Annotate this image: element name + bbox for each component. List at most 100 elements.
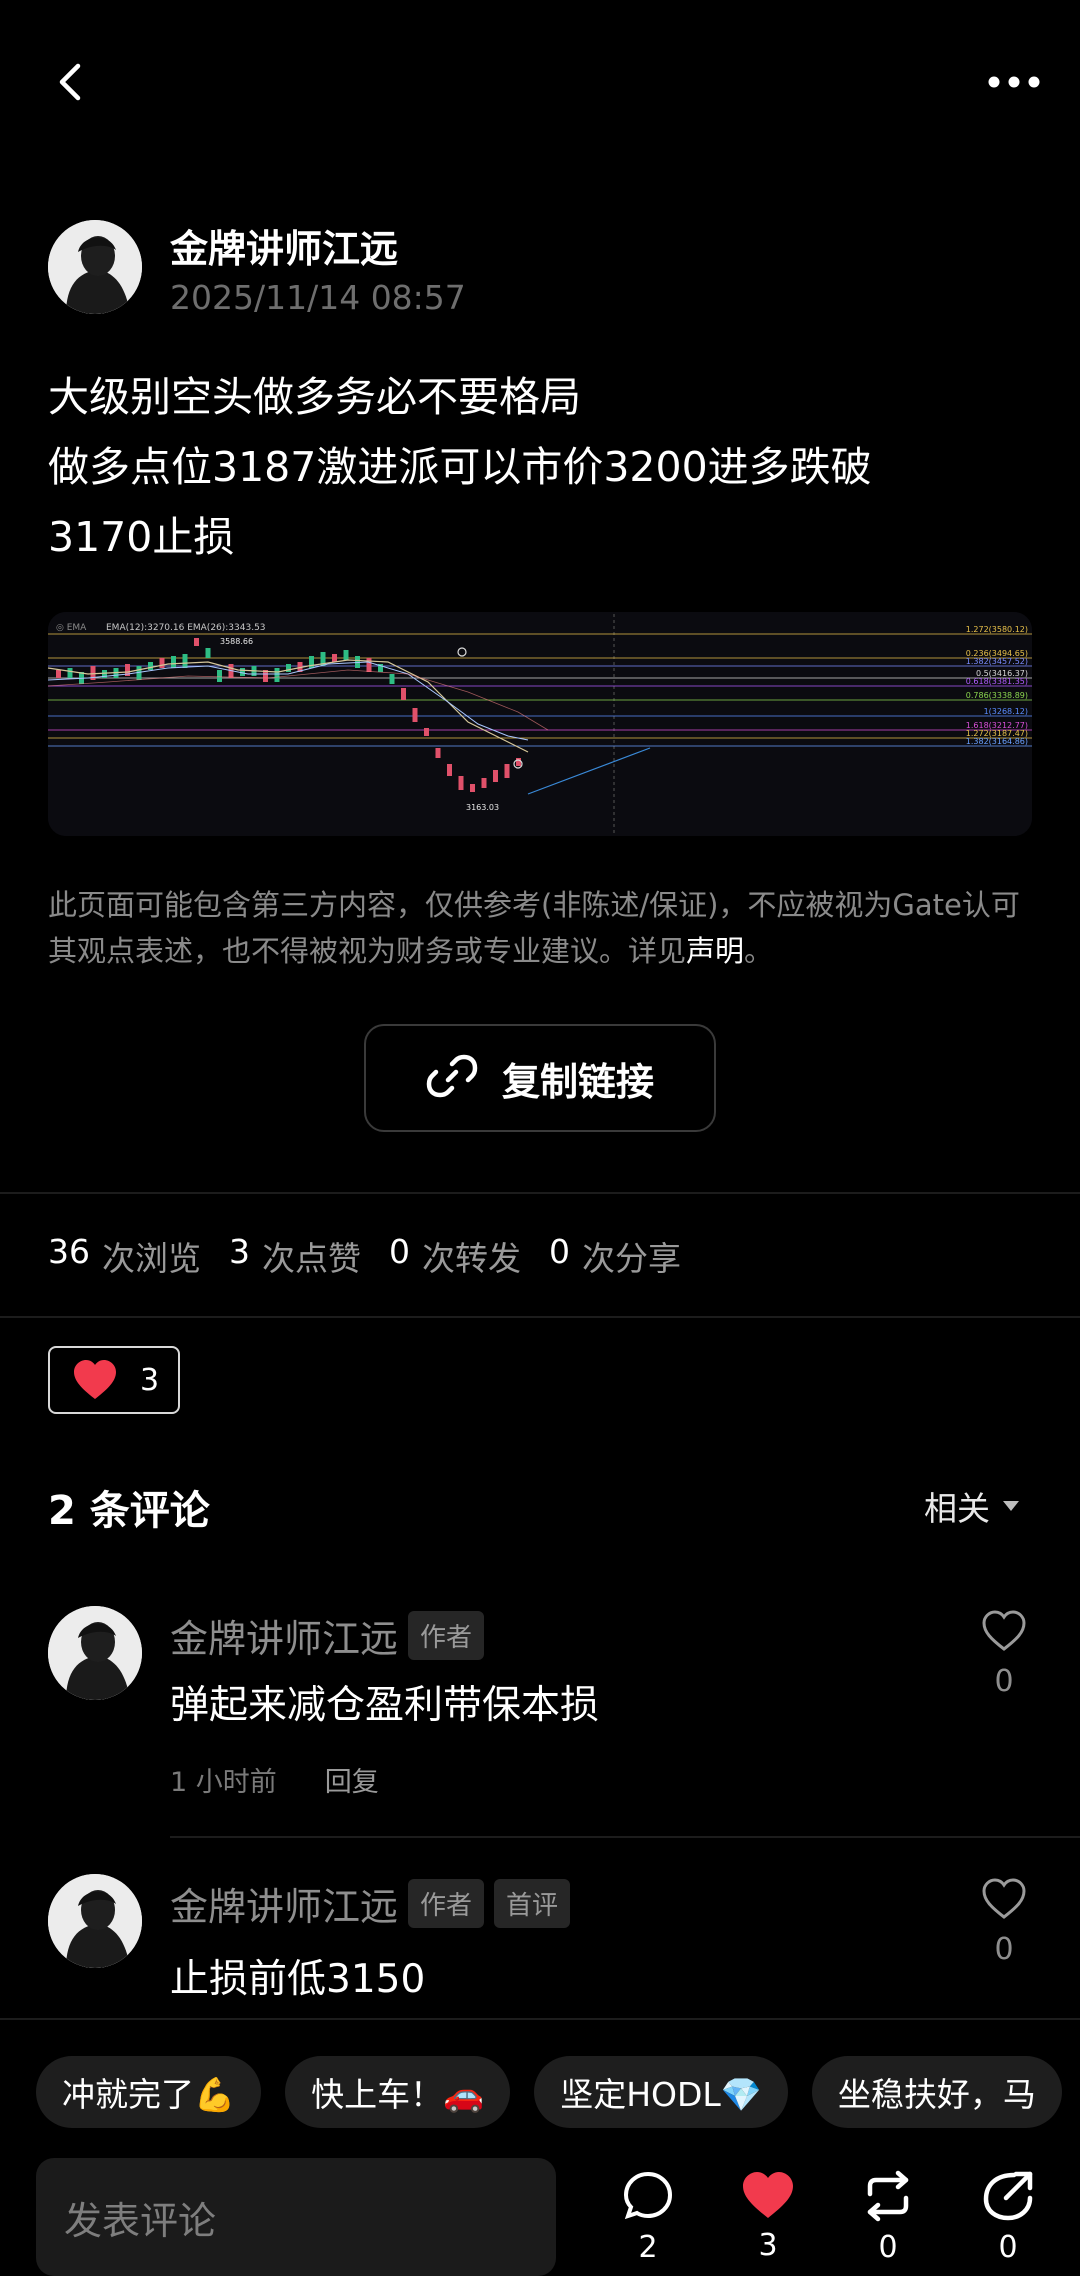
reply-button[interactable]: 回复 <box>325 1760 379 1799</box>
divider <box>0 1316 1080 1318</box>
sort-dropdown[interactable]: 相关 <box>924 1482 1020 1530</box>
candlestick <box>516 758 521 766</box>
like-action-count: 3 <box>758 2228 778 2263</box>
post-line: 做多点位3187激进派可以市价3200进多跌破 <box>48 443 872 491</box>
like-chip-count: 3 <box>140 1362 160 1398</box>
quick-reply-chip[interactable]: 快上车！🚗 <box>285 2056 511 2128</box>
svg-text:◎ EMA: ◎ EMA <box>56 623 87 633</box>
chart-high-label: 3588.66 <box>220 637 253 646</box>
candlestick <box>332 654 337 662</box>
disclaimer: 此页面可能包含第三方内容，仅供参考(非陈述/保证)，不应被视为Gate认可其观点… <box>48 882 1028 974</box>
more-options-icon[interactable] <box>986 70 1042 94</box>
comments-title: 2 条评论 <box>48 1488 210 1534</box>
candlestick <box>171 656 176 668</box>
candlestick <box>274 668 280 682</box>
disclaimer-link[interactable]: 声明 <box>686 934 744 968</box>
heart-outline-icon <box>982 1610 1026 1651</box>
candlestick <box>504 764 510 778</box>
shares-label: 次分享 <box>582 1239 681 1278</box>
comment-meta: 1 小时前 回复 <box>170 1760 379 1799</box>
candlestick <box>148 662 153 670</box>
comment-text: 弹起来减仓盈利带保本损 <box>170 1683 600 1728</box>
back-icon[interactable] <box>48 58 96 106</box>
shares-count: 0 <box>549 1232 570 1271</box>
fib-level-label: 1.272(3580.12) <box>966 625 1028 634</box>
author-tag: 作者 <box>408 1611 485 1660</box>
candlestick <box>205 648 211 658</box>
candlestick <box>401 688 406 700</box>
copy-link-button[interactable]: 复制链接 <box>364 1024 716 1132</box>
comment-author-name[interactable]: 金牌讲师江远 <box>170 1876 398 1931</box>
post-timestamp: 2025/11/14 08:57 <box>170 278 466 317</box>
quick-reply-chip[interactable]: 坐稳扶好，马 <box>811 2056 1062 2128</box>
repost-action[interactable]: 0 <box>848 2170 928 2265</box>
fib-level-label: 1.382(3457.52) <box>966 657 1028 666</box>
candlestick <box>182 654 188 668</box>
fib-level-label: 0.786(3338.89) <box>966 691 1028 700</box>
quick-reply-chip[interactable]: 坚定HODL💎 <box>534 2056 788 2128</box>
quick-reply-chip[interactable]: 冲就完了💪 <box>36 2056 262 2128</box>
comment-action[interactable]: 2 <box>608 2170 688 2265</box>
candlestick <box>240 668 245 676</box>
candlestick <box>412 708 418 722</box>
heart-icon <box>74 1360 116 1399</box>
share-icon <box>983 2171 1033 2221</box>
chart-ema-legend: EMA(12):3270.16 EMA(26):3343.53 <box>106 623 266 633</box>
candlestick <box>424 728 429 736</box>
quick-reply-chips: 冲就完了💪 快上车！🚗 坚定HODL💎 坐稳扶好，马 <box>36 2056 1062 2128</box>
chart-low-label: 3163.03 <box>466 803 499 812</box>
first-comment-tag: 首评 <box>494 1879 571 1928</box>
share-action-count: 0 <box>998 2230 1018 2265</box>
disclaimer-text: 此页面可能包含第三方内容，仅供参考(非陈述/保证)，不应被视为Gate认可其观点… <box>48 888 1020 968</box>
sort-label: 相关 <box>924 1489 990 1528</box>
repost-action-count: 0 <box>878 2230 898 2265</box>
author-name[interactable]: 金牌讲师江远 <box>170 218 398 273</box>
heart-outline-icon <box>982 1878 1026 1919</box>
comment-action-count: 2 <box>638 2230 658 2265</box>
comment-bubble-icon <box>623 2171 673 2220</box>
reposts-count: 0 <box>389 1232 410 1271</box>
candlestick <box>481 778 487 788</box>
copy-link-label: 复制链接 <box>501 1059 654 1104</box>
comment-like[interactable]: 0 <box>976 1610 1032 1699</box>
candlestick <box>67 668 73 678</box>
candlestick <box>470 784 475 792</box>
comment-author: 金牌讲师江远 作者 首评 <box>170 1876 571 1931</box>
likes-label: 次点赞 <box>262 1239 361 1278</box>
likes-count: 3 <box>229 1232 250 1271</box>
reposts-label: 次转发 <box>422 1239 521 1278</box>
author-avatar[interactable] <box>48 220 142 314</box>
post-line: 3170止损 <box>48 513 235 561</box>
comment-avatar[interactable] <box>48 1606 142 1700</box>
disclaimer-end: 。 <box>744 934 774 968</box>
comment-avatar[interactable] <box>48 1874 142 1968</box>
candlestick <box>194 638 199 646</box>
comment-like[interactable]: 0 <box>976 1878 1032 1967</box>
candlestick <box>389 674 395 684</box>
post-body: 大级别空头做多务必不要格局 做多点位3187激进派可以市价3200进多跌破 31… <box>48 362 1038 572</box>
candlestick <box>217 670 222 682</box>
divider <box>0 1192 1080 1194</box>
share-action[interactable]: 0 <box>968 2170 1048 2265</box>
views-label: 次浏览 <box>102 1239 201 1278</box>
candlestick <box>435 748 441 758</box>
caret-down-icon <box>1003 1501 1019 1511</box>
like-action[interactable]: 3 <box>728 2170 808 2263</box>
comment-author-name[interactable]: 金牌讲师江远 <box>170 1608 398 1663</box>
comment-author: 金牌讲师江远 作者 <box>170 1608 485 1663</box>
candlestick <box>159 658 165 668</box>
candlestick <box>493 770 498 782</box>
candlestick <box>447 764 452 776</box>
fib-level-label: 1.382(3164.86) <box>966 737 1028 746</box>
like-reaction-chip[interactable]: 3 <box>48 1346 180 1414</box>
repost-icon <box>867 2170 909 2222</box>
comment-text: 止损前低3150 <box>170 1957 426 2002</box>
post-chart-image[interactable]: ◎ EMA EMA(12):3270.16 EMA(26):3343.53 1.… <box>48 612 1032 836</box>
comment-input[interactable]: 发表评论 <box>36 2158 556 2276</box>
comment-like-count: 0 <box>994 1664 1014 1699</box>
fib-level-label: 0.618(3381.35) <box>966 677 1028 686</box>
candlestick <box>56 670 61 678</box>
post-line: 大级别空头做多务必不要格局 <box>48 373 581 421</box>
candlestick <box>366 658 372 672</box>
heart-icon <box>743 2172 793 2218</box>
